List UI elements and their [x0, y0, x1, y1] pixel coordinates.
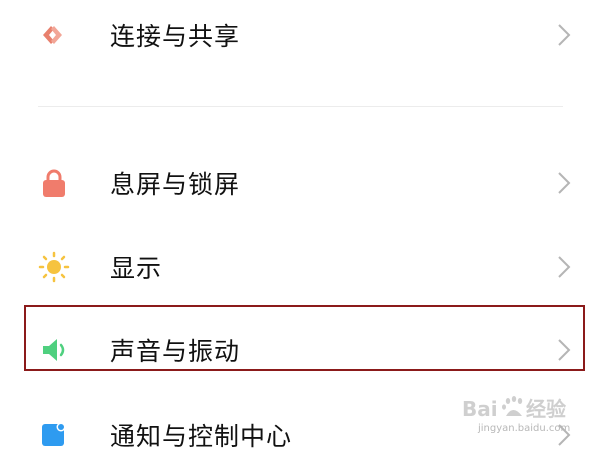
lock-icon	[43, 169, 65, 197]
settings-item-screen-lock[interactable]: 息屏与锁屏	[0, 148, 600, 218]
settings-item-label: 连接与共享	[110, 22, 241, 51]
section-divider	[38, 106, 563, 107]
sun-icon	[38, 251, 70, 283]
speaker-icon	[43, 339, 65, 361]
chevron-right-icon	[558, 339, 571, 361]
notification-icon	[42, 422, 66, 446]
settings-item-label: 息屏与锁屏	[110, 170, 241, 199]
settings-item-connection-share[interactable]: 连接与共享	[0, 0, 600, 70]
settings-item-sound-vibration[interactable]: 声音与振动	[0, 315, 600, 385]
chevron-right-icon	[558, 24, 571, 46]
watermark-url: jingyan.baidu.com	[478, 423, 571, 434]
connection-share-icon	[43, 26, 62, 44]
settings-item-label: 通知与控制中心	[110, 422, 293, 450]
settings-item-label: 声音与振动	[110, 337, 241, 366]
settings-screen: 连接与共享 息屏与锁屏 显示 声音与振动 通知与控制中心 Bai 经验 jing…	[0, 0, 600, 450]
settings-item-display[interactable]: 显示	[0, 232, 600, 302]
chevron-right-icon	[558, 172, 571, 194]
settings-item-label: 显示	[110, 254, 163, 283]
chevron-right-icon	[558, 256, 571, 278]
